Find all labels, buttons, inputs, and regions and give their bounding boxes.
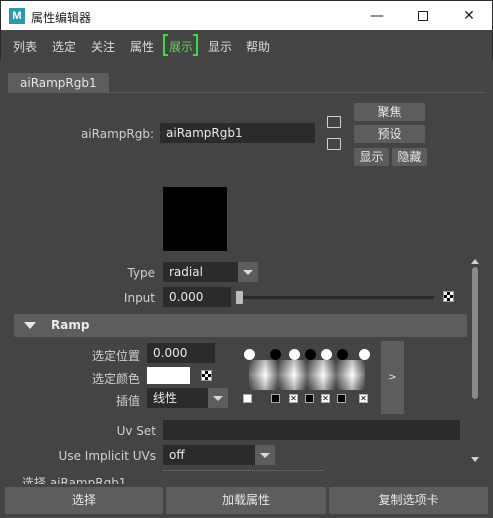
type-value: radial (169, 265, 203, 279)
menu-show-bracket-right (193, 34, 198, 56)
chevron-down-icon (255, 445, 275, 465)
texture-swatch (163, 187, 227, 251)
scroll-up-icon[interactable] (471, 259, 479, 264)
menu-list[interactable]: 列表 (13, 38, 37, 55)
window-title: 属性编辑器 (31, 11, 92, 25)
vertical-scrollbar[interactable] (470, 259, 480, 464)
interpolation-dropdown[interactable]: 线性 (147, 388, 228, 408)
x-icon[interactable]: ✕ (289, 394, 298, 403)
use-implicit-uvs-label: Use Implicit UVs (58, 449, 156, 463)
focus-button[interactable]: 聚焦 (354, 103, 425, 121)
uv-set-label: Uv Set (116, 424, 156, 438)
ramp-handle[interactable] (321, 349, 332, 360)
ramp-gradient-bar[interactable] (249, 360, 365, 390)
ramp-delete-handle[interactable] (305, 394, 314, 403)
menu-attributes[interactable]: 属性 (130, 38, 154, 55)
chevron-down-icon (238, 262, 258, 282)
collapse-triangle-icon (24, 322, 36, 329)
type-label: Type (127, 266, 155, 280)
tab-airamprgb1[interactable]: aiRampRgb1 (8, 73, 109, 93)
node-tab-strip: aiRampRgb1 (8, 73, 485, 93)
menu-help[interactable]: 帮助 (246, 38, 270, 55)
selected-color-label: 选定颜色 (91, 372, 140, 386)
selection-row-partial: 选择 aiRampRgb1 (22, 476, 127, 484)
input-slider-handle[interactable] (236, 291, 243, 304)
load-attributes-button[interactable]: 加载属性 (166, 487, 326, 514)
output-connection-icon[interactable] (327, 138, 341, 150)
minimize-icon: — (370, 8, 384, 24)
ramp-delete-handle[interactable] (337, 394, 346, 403)
divider (163, 470, 323, 471)
input-label: Input (123, 291, 155, 305)
bottom-button-bar: 选择 加载属性 复制选项卡 (0, 485, 493, 518)
input-slider-track[interactable] (242, 296, 434, 299)
menu-selected[interactable]: 选定 (52, 38, 76, 55)
ramp-handle[interactable] (244, 349, 255, 360)
ramp-delete-handle[interactable] (243, 394, 252, 403)
type-dropdown[interactable]: radial (163, 262, 258, 282)
scroll-down-icon[interactable] (471, 457, 479, 462)
ramp-section-title: Ramp (51, 318, 90, 332)
menu-focus[interactable]: 关注 (91, 38, 115, 55)
selected-position-field[interactable]: 0.000 (147, 343, 215, 363)
input-connection-icon[interactable] (327, 116, 341, 128)
menu-bar: 列表 选定 关注 属性 展示 显示 帮助 (0, 30, 493, 60)
ramp-delete-handle[interactable] (271, 394, 280, 403)
maya-app-icon: M (9, 8, 25, 24)
minimize-button[interactable]: — (354, 1, 400, 31)
selected-position-label: 选定位置 (91, 349, 140, 363)
close-icon: ✕ (463, 8, 475, 24)
close-button[interactable]: ✕ (446, 1, 492, 31)
presets-button[interactable]: 预设 (354, 125, 425, 143)
menu-show-bracket-left (163, 34, 168, 56)
node-name-field[interactable]: aiRampRgb1 (160, 123, 315, 143)
selected-color-swatch[interactable] (147, 367, 190, 384)
scrollbar-thumb[interactable] (472, 267, 478, 399)
input-field[interactable]: 0.000 (163, 287, 231, 307)
x-icon[interactable]: ✕ (359, 394, 368, 403)
ramp-handle[interactable] (359, 349, 370, 360)
color-map-icon[interactable] (201, 370, 212, 381)
ramp-expand-button[interactable]: > (381, 341, 404, 414)
hide-button[interactable]: 隐藏 (392, 148, 427, 166)
interpolation-label: 插值 (115, 394, 140, 408)
title-bar: M 属性编辑器 — ✕ (0, 0, 493, 30)
copy-tab-button[interactable]: 复制选项卡 (329, 487, 488, 514)
uv-set-field[interactable] (163, 420, 460, 440)
ramp-handle[interactable] (270, 349, 281, 360)
node-name-label: aiRampRgb: (80, 127, 154, 141)
maximize-icon (418, 11, 428, 21)
x-icon[interactable]: ✕ (321, 394, 330, 403)
menu-display[interactable]: 显示 (208, 38, 232, 55)
ramp-section-header[interactable]: Ramp (14, 314, 467, 337)
chevron-down-icon (208, 388, 228, 408)
maximize-button[interactable] (400, 1, 446, 31)
ramp-handle[interactable] (337, 349, 348, 360)
ramp-gradient-editor[interactable]: ✕ ✕ ✕ (241, 345, 377, 407)
ramp-handle[interactable] (289, 349, 300, 360)
ramp-handle[interactable] (305, 349, 316, 360)
map-texture-icon[interactable] (443, 291, 454, 302)
menu-showcase[interactable]: 展示 (169, 38, 193, 55)
use-implicit-uvs-dropdown[interactable]: off (163, 445, 275, 465)
show-button[interactable]: 显示 (354, 148, 389, 166)
select-button[interactable]: 选择 (5, 487, 163, 514)
interpolation-value: 线性 (153, 391, 178, 405)
use-implicit-uvs-value: off (169, 448, 185, 462)
